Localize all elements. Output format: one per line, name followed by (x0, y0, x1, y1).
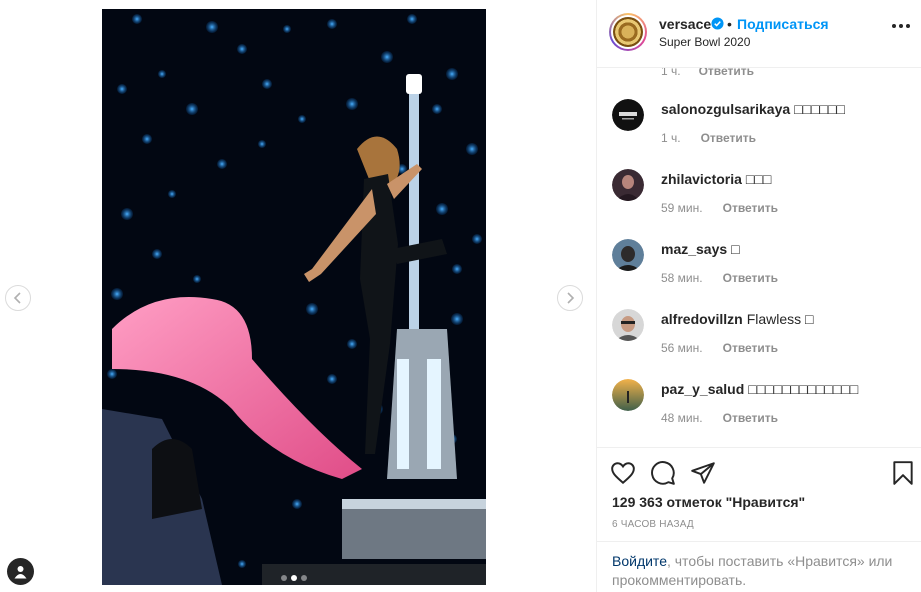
comment-item: maz_says □ 58 мин. Ответить (597, 239, 921, 309)
comment-item: salonozgulsarikaya □□□□□□ 1 ч. Ответить (597, 99, 921, 169)
follow-button[interactable]: Подписаться (737, 16, 829, 32)
login-link[interactable]: Войдите (612, 553, 667, 569)
comment-time: 59 мин. (661, 201, 703, 215)
versace-logo-icon (613, 17, 643, 47)
reply-button[interactable]: Ответить (723, 341, 778, 355)
comment-time: 48 мин. (661, 411, 703, 425)
user-icon (14, 565, 27, 578)
comment-item: alfredovillzn Flawless □ 56 мин. Ответить (597, 309, 921, 379)
carousel-dot (301, 575, 307, 581)
comment-time: 58 мин. (661, 271, 703, 285)
verified-badge-icon (711, 17, 724, 30)
comment-item: paz_y_salud □□□□□□□□□□□□□ 48 мин. Ответить (597, 379, 921, 447)
chevron-right-icon (567, 292, 575, 304)
author-avatar[interactable] (609, 13, 647, 51)
bookmark-icon[interactable] (890, 460, 916, 486)
comment-text: □□□□□□□□□□□□□ (748, 381, 859, 397)
login-prompt: Войдите, чтобы поставить «Нравится» или … (597, 541, 921, 592)
commenter-username[interactable]: paz_y_salud (661, 381, 744, 397)
commenter-avatar[interactable] (612, 309, 644, 341)
post-header: versace • Подписаться Super Bowl 2020 (597, 0, 921, 68)
commenter-avatar[interactable] (612, 169, 644, 201)
paper-plane-icon[interactable] (690, 460, 716, 486)
reply-button[interactable]: Ответить (723, 271, 778, 285)
reply-button[interactable]: Ответить (701, 131, 756, 145)
heart-icon[interactable] (610, 460, 636, 486)
comment-time: 56 мин. (661, 341, 703, 355)
commenter-avatar[interactable] (612, 99, 644, 131)
comment-text: □□□□□□ (794, 101, 845, 117)
more-options-icon[interactable] (892, 24, 910, 30)
post-sidebar: versace • Подписаться Super Bowl 2020 1 … (596, 0, 921, 592)
carousel-dot (281, 575, 287, 581)
comment-text: □ (731, 241, 740, 257)
performer-on-pole-image (102, 9, 486, 585)
post-photo[interactable] (102, 9, 486, 585)
carousel-indicator (281, 575, 307, 581)
commenter-avatar[interactable] (612, 379, 644, 411)
comment-text: Flawless □ (746, 311, 814, 327)
comment-icon[interactable] (650, 460, 676, 486)
reply-button[interactable]: Ответить (723, 201, 778, 215)
likes-count[interactable]: 129 363 отметок "Нравится" (612, 494, 805, 510)
next-photo-button[interactable] (557, 285, 583, 311)
reply-button[interactable]: Ответить (723, 411, 778, 425)
author-username[interactable]: versace (659, 16, 711, 32)
separator-bullet: • (727, 16, 732, 32)
comment-time: 1 ч. (661, 131, 681, 145)
comment-item: zhilavictoria □□□ 59 мин. Ответить (597, 169, 921, 239)
tagged-users-button[interactable] (7, 558, 34, 585)
commenter-username[interactable]: zhilavictoria (661, 171, 742, 187)
comment-text: □□□ (745, 171, 772, 187)
post-location[interactable]: Super Bowl 2020 (659, 35, 750, 49)
carousel-dot-active (291, 575, 297, 581)
commenter-username[interactable]: salonozgulsarikaya (661, 101, 790, 117)
commenter-avatar[interactable] (612, 239, 644, 271)
commenter-username[interactable]: maz_says (661, 241, 727, 257)
media-viewer (0, 0, 596, 592)
post-timestamp: 6 часов назад (612, 519, 694, 530)
commenter-username[interactable]: alfredovillzn (661, 311, 743, 327)
previous-photo-button[interactable] (5, 285, 31, 311)
chevron-left-icon (13, 292, 21, 304)
